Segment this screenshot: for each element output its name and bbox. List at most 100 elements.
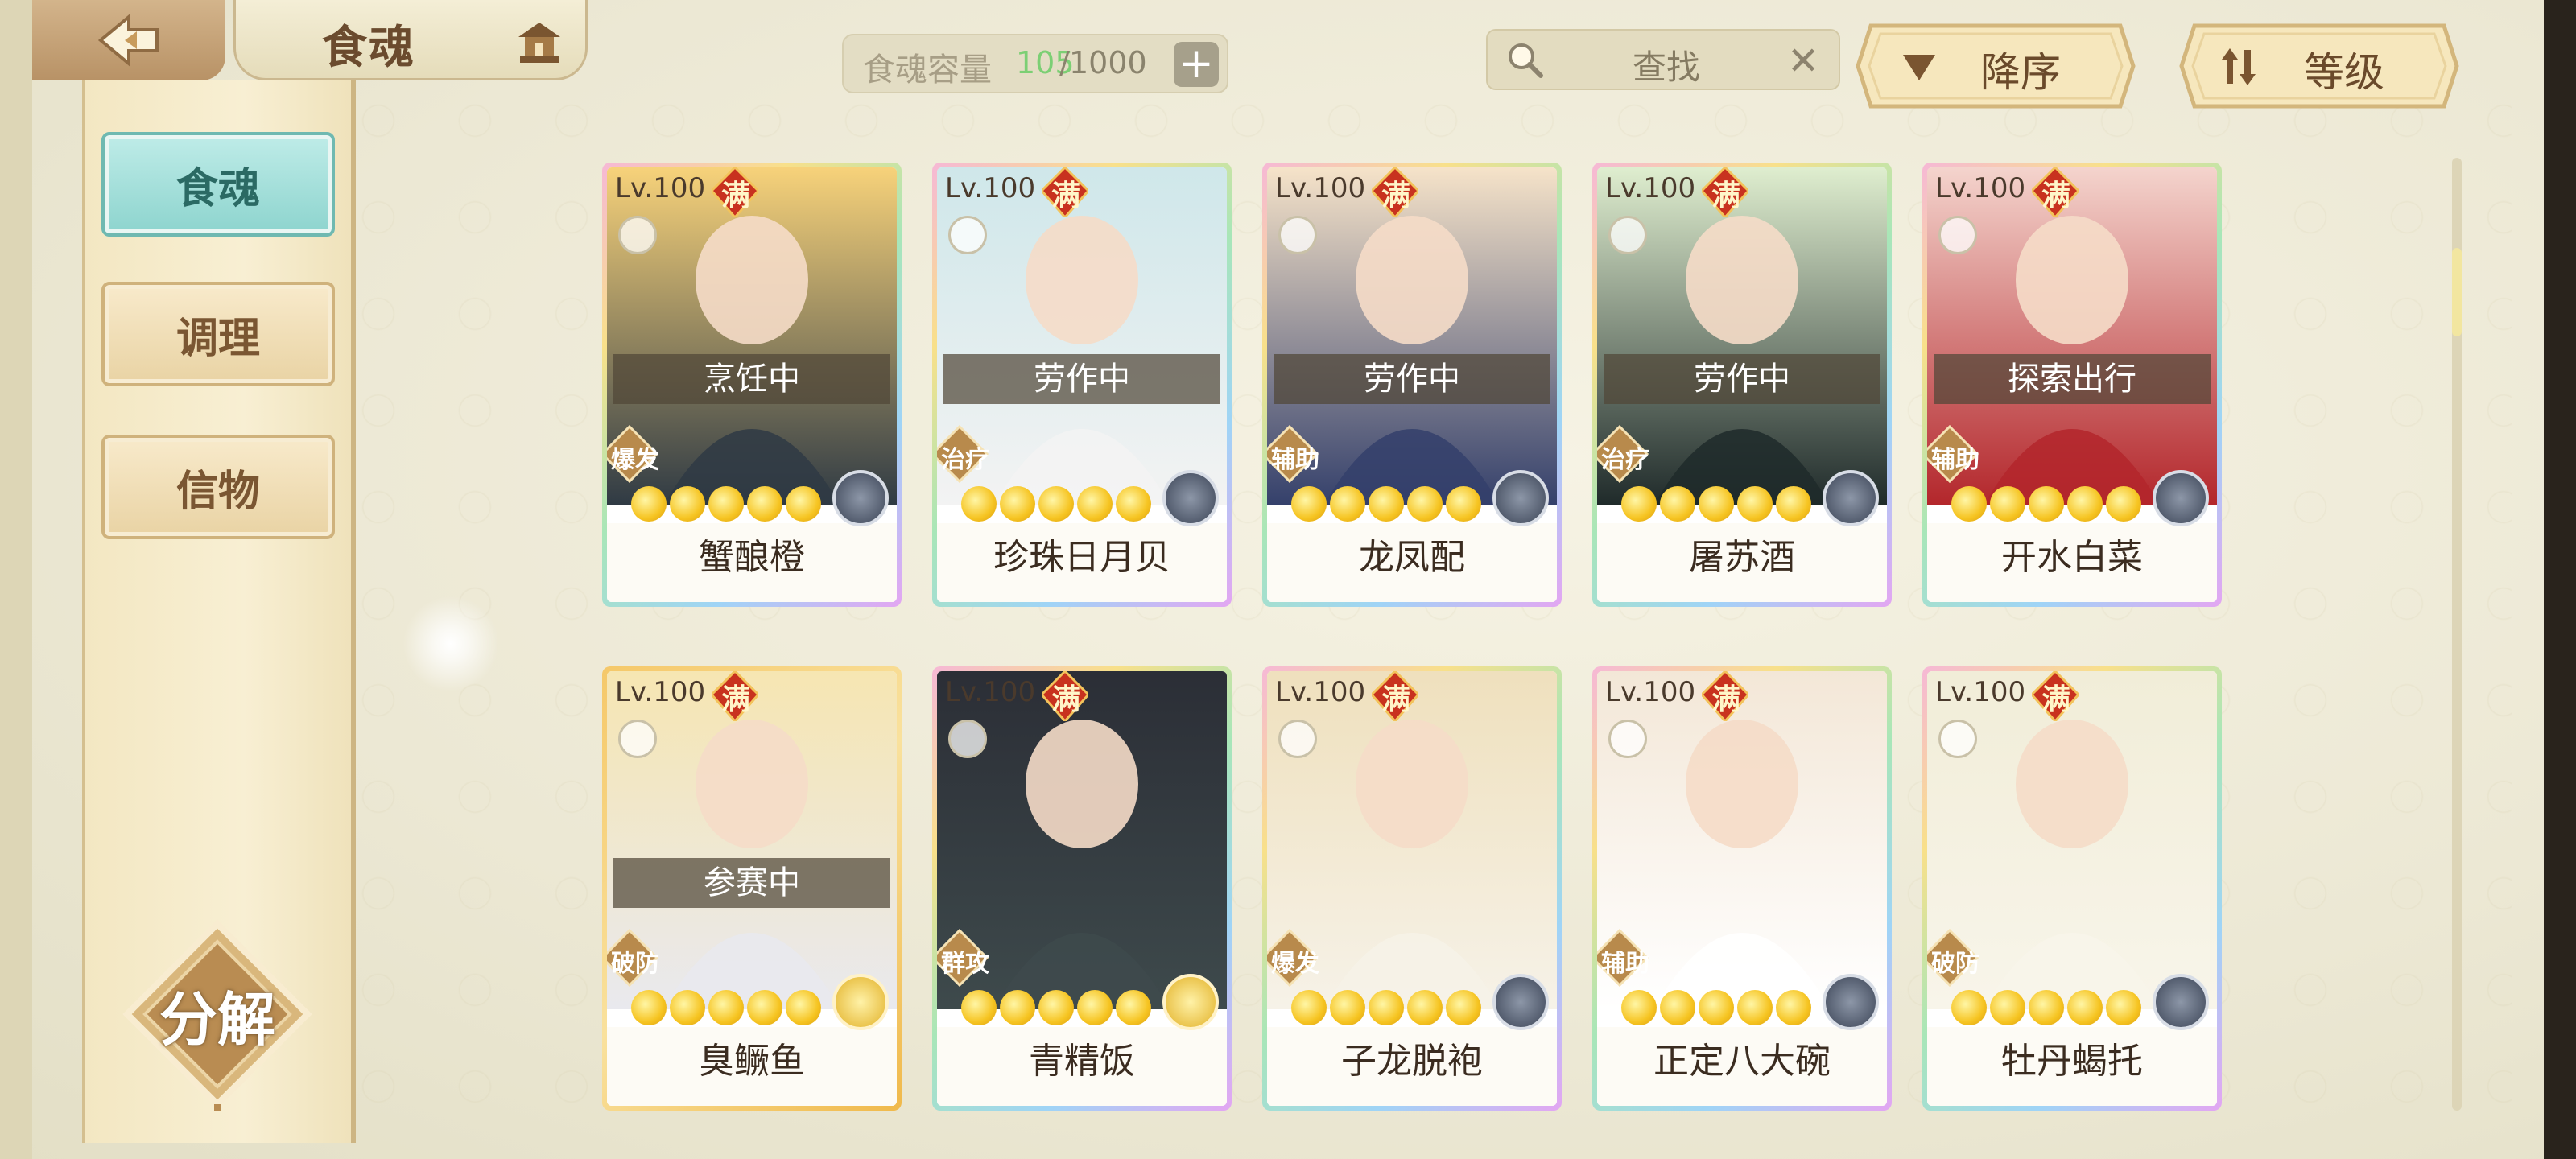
card-name: 屠苏酒	[1689, 537, 1795, 578]
food-soul-card[interactable]: Lv.100 满 参赛中 破防 臭鳜鱼	[602, 666, 902, 1111]
star-icon	[1330, 990, 1365, 1025]
star-rating	[961, 486, 1151, 522]
card-role: 破防	[1931, 950, 1979, 978]
max-level-badge: 满	[721, 683, 751, 716]
card-role: 爆发	[1271, 950, 1319, 978]
card-role: 群攻	[941, 950, 989, 978]
back-button[interactable]	[32, 0, 225, 80]
star-icon	[631, 990, 667, 1025]
star-icon	[2067, 990, 2103, 1025]
pot-icon	[1938, 216, 1977, 254]
star-icon	[631, 486, 667, 522]
card-body: Lv.100 满 劳作中 治疗 珍珠日月贝	[937, 167, 1227, 602]
pot-icon	[948, 216, 987, 254]
house-icon[interactable]	[514, 18, 565, 66]
star-icon	[786, 486, 821, 522]
food-soul-card[interactable]: Lv.100 满 群攻 青精饭	[932, 666, 1232, 1111]
star-icon	[1038, 486, 1074, 522]
food-soul-card[interactable]: Lv.100 满 辅助 正定八大碗	[1592, 666, 1892, 1111]
food-soul-card[interactable]: Lv.100 满 爆发 子龙脱袍	[1262, 666, 1562, 1111]
card-role: 治疗	[1601, 446, 1649, 474]
element-icon	[2153, 974, 2209, 1030]
card-body: Lv.100 满 烹饪中 爆发 蟹酿橙	[607, 167, 897, 602]
star-icon	[1077, 990, 1113, 1025]
sidebar-item-food-soul[interactable]: 食魂	[101, 132, 335, 237]
star-icon	[1407, 486, 1443, 522]
sort-key-label: 等级	[2304, 49, 2384, 96]
star-rating	[1951, 486, 2141, 522]
game-screen: 食魂 食魂容量 105 / 1000 + 查找 ✕ 降序 等级 食魂 调理 信物…	[0, 0, 2576, 1159]
star-icon	[1000, 486, 1035, 522]
add-capacity-button[interactable]: +	[1174, 42, 1219, 87]
card-name: 臭鳜鱼	[699, 1041, 805, 1082]
sort-key-button[interactable]: 等级	[2178, 23, 2460, 109]
search-box[interactable]: 查找 ✕	[1486, 29, 1840, 90]
right-edge	[2544, 0, 2576, 1159]
star-icon	[1951, 486, 1987, 522]
card-name: 龙凤配	[1359, 537, 1465, 578]
max-level-badge: 满	[1381, 683, 1411, 716]
max-level-badge: 满	[2041, 179, 2071, 212]
sidebar-item-token[interactable]: 信物	[101, 435, 335, 539]
sort-order-button[interactable]: 降序	[1855, 23, 2136, 109]
pot-icon	[1278, 720, 1317, 758]
star-rating	[631, 990, 821, 1025]
food-soul-card[interactable]: Lv.100 满 劳作中 辅助 龙凤配	[1262, 163, 1562, 607]
capacity-panel: 食魂容量 105 / 1000 +	[842, 34, 1228, 93]
star-icon	[1116, 990, 1151, 1025]
card-body: Lv.100 满 群攻 青精饭	[937, 671, 1227, 1106]
card-role: 爆发	[611, 446, 659, 474]
card-body: Lv.100 满 探索出行 辅助 开水白菜	[1927, 167, 2217, 602]
card-status: 劳作中	[943, 354, 1220, 404]
star-icon	[1407, 990, 1443, 1025]
element-icon	[832, 470, 889, 526]
card-role: 辅助	[1931, 446, 1979, 474]
capacity-separator: /	[1059, 45, 1070, 80]
star-icon	[1990, 486, 2025, 522]
star-icon	[1291, 990, 1327, 1025]
sidebar-item-conditioning[interactable]: 调理	[101, 282, 335, 386]
star-icon	[1116, 486, 1151, 522]
card-name: 开水白菜	[2001, 537, 2143, 578]
scrollbar-thumb[interactable]	[2452, 248, 2462, 336]
star-icon	[1776, 990, 1811, 1025]
light-glow	[402, 596, 499, 692]
star-icon	[747, 990, 782, 1025]
star-icon	[1446, 486, 1481, 522]
clear-icon[interactable]: ✕	[1787, 39, 1819, 84]
swap-icon	[2222, 48, 2256, 85]
card-level: Lv.100	[1935, 676, 2026, 708]
star-icon	[1621, 990, 1657, 1025]
food-soul-card[interactable]: Lv.100 满 劳作中 治疗 屠苏酒	[1592, 163, 1892, 607]
card-status: 参赛中	[613, 858, 890, 908]
sort-down-icon	[1903, 55, 1935, 80]
card-status: 劳作中	[1604, 354, 1880, 404]
card-body: Lv.100 满 劳作中 辅助 龙凤配	[1267, 167, 1557, 602]
star-rating	[631, 486, 821, 522]
card-body: Lv.100 满 破防 牡丹蝎托	[1927, 671, 2217, 1106]
card-body: Lv.100 满 爆发 子龙脱袍	[1267, 671, 1557, 1106]
food-soul-card[interactable]: Lv.100 满 探索出行 辅助 开水白菜	[1922, 163, 2222, 607]
card-level: Lv.100	[945, 676, 1036, 708]
food-soul-card[interactable]: Lv.100 满 劳作中 治疗 珍珠日月贝	[932, 163, 1232, 607]
card-role: 辅助	[1271, 446, 1319, 474]
capacity-label: 食魂容量	[863, 52, 992, 89]
star-icon	[670, 990, 705, 1025]
pot-icon	[618, 216, 657, 254]
max-level-badge: 满	[1711, 683, 1741, 716]
pot-icon	[948, 720, 987, 758]
star-icon	[1737, 990, 1773, 1025]
star-rating	[961, 990, 1151, 1025]
food-soul-card[interactable]: Lv.100 满 破防 牡丹蝎托	[1922, 666, 2222, 1111]
star-icon	[1951, 990, 1987, 1025]
food-soul-card[interactable]: Lv.100 满 烹饪中 爆发 蟹酿橙	[602, 163, 902, 607]
pot-icon	[1608, 216, 1647, 254]
element-icon	[1492, 974, 1549, 1030]
star-icon	[961, 990, 997, 1025]
star-rating	[1621, 990, 1811, 1025]
food-soul-grid: Lv.100 满 烹饪中 爆发 蟹酿橙 Lv.100 满 劳作中 治疗 珍珠日月…	[602, 163, 2228, 1112]
card-body: Lv.100 满 参赛中 破防 臭鳜鱼	[607, 671, 897, 1106]
element-icon	[1823, 470, 1879, 526]
card-status: 劳作中	[1274, 354, 1550, 404]
card-level: Lv.100	[1275, 676, 1366, 708]
